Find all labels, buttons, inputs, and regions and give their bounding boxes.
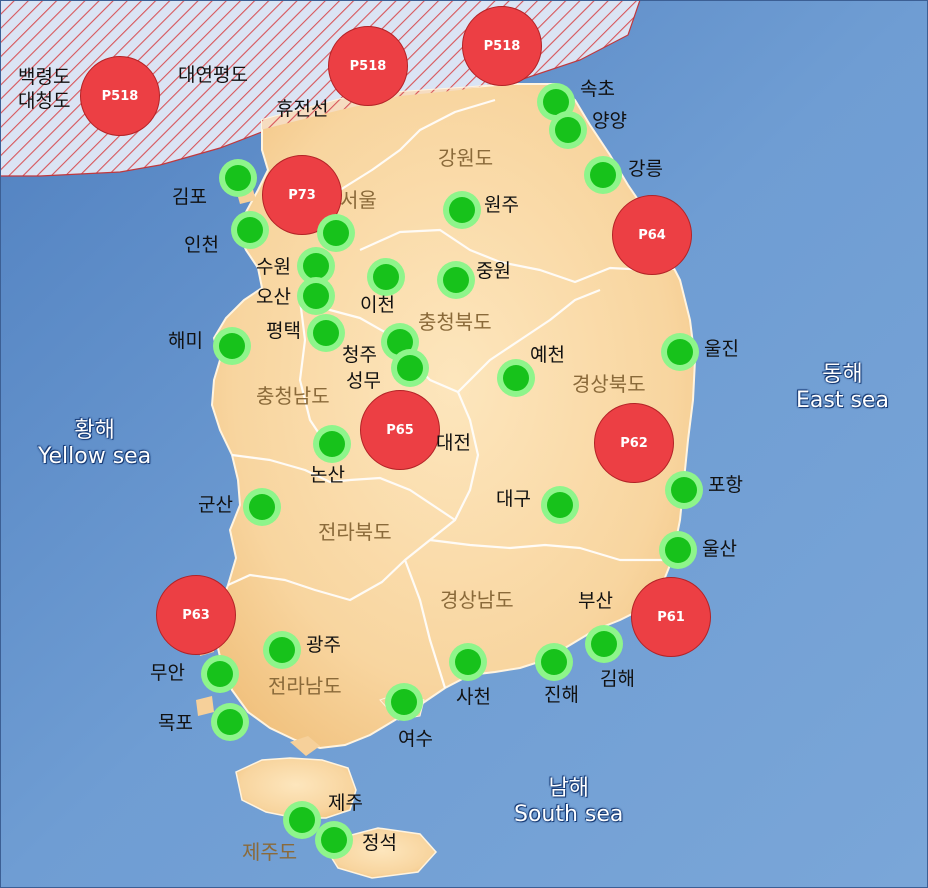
station-marker-nonsan[interactable] bbox=[313, 425, 351, 463]
warning-zone-circle[interactable]: P64 bbox=[612, 195, 692, 275]
warning-zone-circle[interactable]: P63 bbox=[156, 575, 236, 655]
warning-zone-circle[interactable]: P61 bbox=[631, 577, 711, 657]
station-marker-gangneung[interactable] bbox=[584, 156, 622, 194]
station-marker-gunsan[interactable] bbox=[243, 488, 281, 526]
station-marker-ulsan[interactable] bbox=[659, 531, 697, 569]
label-daecheong: 대청도 bbox=[18, 90, 71, 112]
station-marker-gimpo[interactable] bbox=[219, 159, 257, 197]
province-jeju: 제주도 bbox=[242, 840, 298, 864]
province-jeonbuk: 전라북도 bbox=[318, 520, 392, 544]
sea-label-east-ko: 동해 bbox=[822, 362, 863, 387]
station-label-sokcho: 속초 bbox=[580, 78, 615, 100]
sea-label-yellow: 황해 Yellow sea bbox=[38, 418, 151, 471]
sea-label-south-en: South sea bbox=[514, 802, 624, 828]
station-label-wonju: 원주 bbox=[484, 194, 519, 216]
station-marker-sacheon[interactable] bbox=[449, 643, 487, 681]
station-marker-yangyang[interactable] bbox=[549, 111, 587, 149]
station-label-gimhae: 김해 bbox=[600, 668, 635, 690]
sea-label-yellow-en: Yellow sea bbox=[38, 444, 152, 470]
station-label-icheon: 이천 bbox=[360, 294, 395, 316]
station-marker-gimhae[interactable] bbox=[585, 625, 623, 663]
station-label-haemi: 해미 bbox=[168, 330, 203, 352]
sea-label-yellow-ko: 황해 bbox=[74, 418, 115, 443]
station-label-yangyang: 양양 bbox=[592, 110, 627, 132]
warning-zone-circle[interactable]: P62 bbox=[594, 403, 674, 483]
station-label-busan: 부산 bbox=[578, 590, 613, 612]
station-label-cheongju: 청주 bbox=[342, 344, 377, 366]
station-label-gimpo: 김포 bbox=[172, 186, 207, 208]
station-marker-seoul[interactable] bbox=[317, 214, 355, 252]
station-label-daegu: 대구 bbox=[496, 488, 531, 510]
station-marker-wonju[interactable] bbox=[443, 191, 481, 229]
station-marker-yeosu[interactable] bbox=[385, 683, 423, 721]
station-marker-muan[interactable] bbox=[201, 655, 239, 693]
sea-label-south-ko: 남해 bbox=[548, 776, 589, 801]
label-hyujeonseon: 휴전선 bbox=[276, 98, 329, 120]
province-chungbuk: 충청북도 bbox=[418, 310, 492, 334]
station-marker-seongmu[interactable] bbox=[391, 349, 429, 387]
province-gyeongnam: 경상남도 bbox=[440, 588, 514, 612]
station-label-nonsan: 논산 bbox=[310, 464, 345, 486]
station-label-gunsan: 군산 bbox=[198, 494, 233, 516]
station-label-daejeon: 대전 bbox=[436, 432, 471, 454]
station-marker-incheon[interactable] bbox=[231, 211, 269, 249]
sea-label-east-en: East sea bbox=[796, 388, 889, 414]
station-label-ulsan: 울산 bbox=[702, 538, 737, 560]
station-label-gangneung: 강릉 bbox=[628, 158, 663, 180]
station-label-pohang: 포항 bbox=[708, 474, 743, 496]
station-label-jeongseok: 정석 bbox=[362, 832, 397, 854]
station-marker-pohang[interactable] bbox=[665, 471, 703, 509]
warning-zone-circle[interactable]: P65 bbox=[360, 390, 440, 470]
station-marker-daegu[interactable] bbox=[541, 486, 579, 524]
station-label-muan: 무안 bbox=[150, 662, 185, 684]
station-marker-jinhae[interactable] bbox=[535, 643, 573, 681]
station-label-yecheon: 예천 bbox=[530, 344, 565, 366]
station-label-suwon: 수원 bbox=[256, 256, 291, 278]
warning-zone-circle[interactable]: P518 bbox=[462, 6, 542, 86]
station-label-jungwon: 중원 bbox=[476, 260, 511, 282]
station-marker-jungwon[interactable] bbox=[437, 261, 475, 299]
station-label-seongmu: 성무 bbox=[346, 370, 381, 392]
label-seoul: 서울 bbox=[340, 188, 377, 212]
station-marker-haemi[interactable] bbox=[213, 327, 251, 365]
province-chungnam: 충청남도 bbox=[256, 384, 330, 408]
station-marker-uljin[interactable] bbox=[661, 333, 699, 371]
korea-airspace-map: 황해 Yellow sea 동해 East sea 남해 South sea 강… bbox=[0, 0, 928, 888]
station-marker-gwangju[interactable] bbox=[263, 631, 301, 669]
sea-label-east: 동해 East sea bbox=[796, 362, 889, 415]
station-label-osan: 오산 bbox=[256, 286, 291, 308]
station-marker-pyeongtaek[interactable] bbox=[307, 314, 345, 352]
station-label-incheon: 인천 bbox=[184, 234, 219, 256]
warning-zone-circle[interactable]: P518 bbox=[80, 56, 160, 136]
station-label-uljin: 울진 bbox=[704, 338, 739, 360]
province-gyeongbuk: 경상북도 bbox=[572, 372, 646, 396]
station-label-sacheon: 사천 bbox=[456, 686, 491, 708]
station-marker-mokpo[interactable] bbox=[211, 703, 249, 741]
province-gangwon: 강원도 bbox=[438, 146, 494, 170]
station-label-jinhae: 진해 bbox=[544, 684, 579, 706]
station-label-gwangju: 광주 bbox=[306, 634, 341, 656]
station-label-yeosu: 여수 bbox=[398, 728, 433, 750]
station-marker-icheon[interactable] bbox=[367, 258, 405, 296]
label-baengnyeong: 백령도 bbox=[18, 66, 71, 88]
sea-label-south: 남해 South sea bbox=[514, 776, 623, 829]
province-jeonnam: 전라남도 bbox=[268, 674, 342, 698]
station-label-jeju: 제주 bbox=[328, 792, 363, 814]
warning-zone-circle[interactable]: P518 bbox=[328, 26, 408, 106]
station-label-pyeongtaek: 평택 bbox=[266, 320, 301, 342]
label-yeonpyeong: 대연평도 bbox=[178, 64, 248, 86]
station-marker-osan[interactable] bbox=[297, 277, 335, 315]
station-marker-jeongseok[interactable] bbox=[315, 821, 353, 859]
station-label-mokpo: 목포 bbox=[158, 712, 193, 734]
